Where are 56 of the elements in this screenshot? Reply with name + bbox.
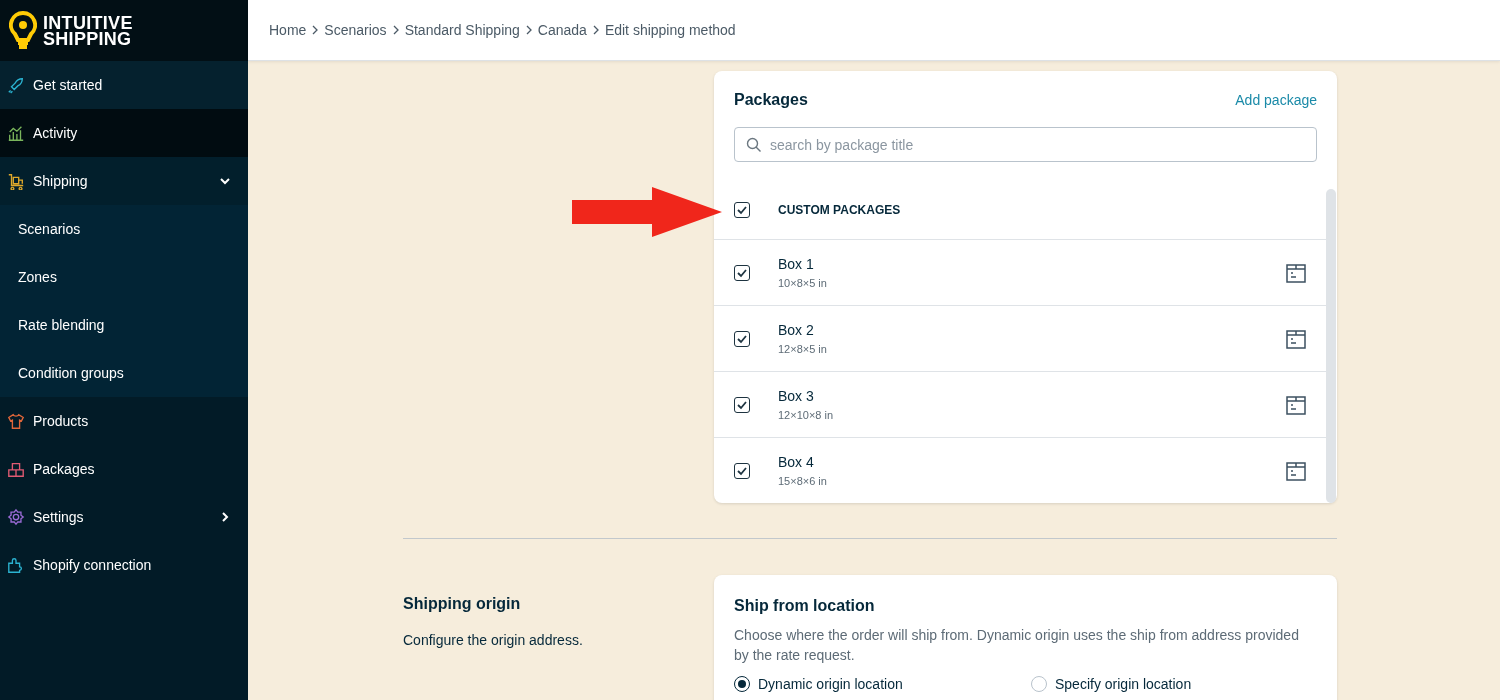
- radio-label[interactable]: Specify origin location: [1055, 676, 1192, 692]
- scrollbar[interactable]: [1326, 189, 1336, 503]
- gear-icon: [7, 508, 25, 526]
- checkbox[interactable]: [734, 330, 750, 347]
- puzzle-icon: [7, 556, 25, 574]
- package-size: 12×8×5 in: [778, 343, 828, 355]
- checkbox[interactable]: [734, 202, 750, 218]
- sidebar-item[interactable]: Products: [0, 397, 248, 445]
- radio-label[interactable]: Dynamic origin location: [758, 676, 903, 692]
- breadcrumb-link[interactable]: Edit shipping method: [604, 22, 736, 38]
- sidebar-label: Get started: [33, 77, 104, 93]
- sidebar-label: Packages: [33, 461, 96, 477]
- boxes-icon: [7, 460, 25, 478]
- sidebar-label: Shopify connection: [33, 557, 153, 573]
- package-name: Box 1: [778, 256, 815, 272]
- breadcrumb-link[interactable]: Home: [269, 22, 307, 38]
- package-name: Box 2: [778, 322, 815, 338]
- sidebar-item[interactable]: Shipping: [0, 157, 248, 205]
- sidebar-item[interactable]: Shopify connection: [0, 541, 248, 589]
- breadcrumb-link[interactable]: Canada: [537, 22, 587, 38]
- chart-icon: [7, 124, 25, 142]
- sidebar-subitem[interactable]: Rate blending: [0, 301, 248, 349]
- checkbox[interactable]: [734, 396, 750, 413]
- breadcrumb-link[interactable]: Standard Shipping: [404, 22, 520, 38]
- sidebar-label: Shipping: [33, 173, 89, 189]
- package-size: 12×10×8 in: [778, 409, 835, 421]
- sidebar-label: Products: [33, 413, 90, 429]
- sidebar-subitem[interactable]: Zones: [0, 253, 248, 301]
- package-name: Box 3: [778, 388, 815, 404]
- sidebar-label: Activity: [33, 125, 79, 141]
- sidebar-label: Settings: [33, 509, 85, 525]
- lightbulb-pin-icon: [9, 10, 37, 51]
- package-size: 15×8×6 in: [778, 475, 828, 487]
- breadcrumb-link[interactable]: Scenarios: [324, 22, 387, 38]
- sidebar-item[interactable]: Settings: [0, 493, 248, 541]
- package-name: Box 4: [778, 454, 815, 470]
- package-size: 10×8×5 in: [778, 277, 828, 289]
- sidebar-item[interactable]: Get started: [0, 61, 248, 109]
- sidebar-subitem[interactable]: Scenarios: [0, 205, 248, 253]
- checkbox[interactable]: [734, 264, 750, 281]
- search-field[interactable]: search by package title: [734, 127, 1317, 162]
- section-title: Shipping origin: [403, 595, 522, 613]
- add-package-link[interactable]: Add package: [1235, 92, 1317, 108]
- section-description: Configure the origin address.: [403, 632, 584, 648]
- rocket-icon: [7, 76, 25, 94]
- truck-icon: [7, 172, 25, 190]
- sidebar-item[interactable]: Activity: [0, 109, 248, 157]
- group-label: CUSTOM PACKAGES: [778, 203, 901, 217]
- checkbox[interactable]: [734, 462, 750, 479]
- sidebar-subitem[interactable]: Condition groups: [0, 349, 248, 397]
- shirt-icon: [7, 412, 25, 430]
- sidebar-item[interactable]: Packages: [0, 445, 248, 493]
- card-title: Ship from location: [734, 597, 876, 615]
- card-description: Choose where the order will ship from. Dynamic origin uses the ship from address provided by the rate request.: [734, 626, 1300, 665]
- logo-text: INTUITIVE SHIPPING: [43, 14, 133, 47]
- card-title: Packages: [734, 91, 808, 109]
